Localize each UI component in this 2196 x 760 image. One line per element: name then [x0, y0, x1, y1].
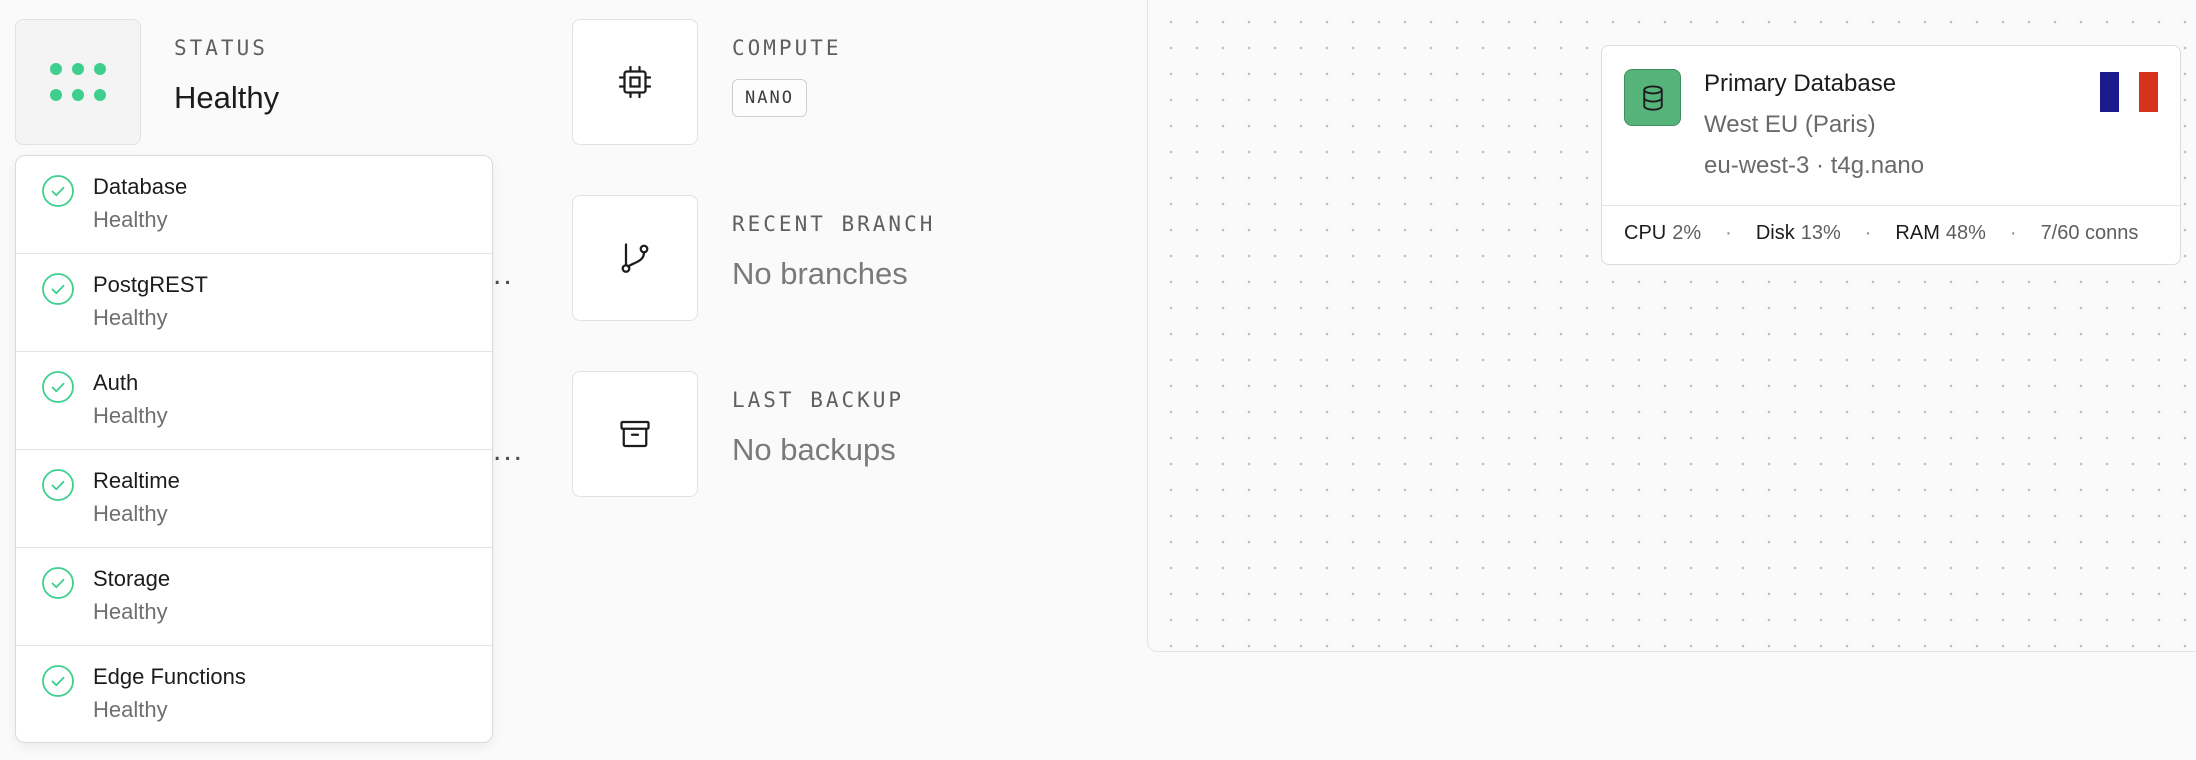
service-row-database[interactable]: Database Healthy: [16, 156, 492, 254]
service-row-auth[interactable]: Auth Healthy: [16, 352, 492, 450]
disk-stat-value: 13%: [1800, 222, 1841, 244]
check-circle-icon: [42, 469, 74, 501]
disk-stat-label: Disk: [1755, 222, 1795, 244]
stat-separator: ·: [1725, 222, 1732, 244]
recent-branch-label: RECENT BRANCH: [732, 212, 936, 236]
flag-stripe-red: [2138, 72, 2158, 112]
service-status: Healthy: [93, 207, 168, 232]
service-status: Healthy: [93, 305, 168, 330]
database-zone-instance: eu-west-3 · t4g.nano: [1704, 152, 1925, 179]
truncated-text-row2: ..: [493, 258, 514, 291]
ram-stat-label: RAM: [1895, 222, 1940, 244]
last-backup-tile[interactable]: [572, 371, 698, 497]
flag-stripe-blue: [2100, 72, 2120, 112]
stat-separator: ·: [1864, 222, 1872, 244]
service-name: Storage: [93, 566, 171, 591]
cpu-stat-label: CPU: [1624, 222, 1667, 244]
compute-size-badge: NANO: [732, 79, 807, 117]
status-value: Healthy: [174, 80, 280, 115]
compute-tile[interactable]: [572, 19, 698, 145]
connections-stat: 7/60 conns: [2040, 222, 2139, 244]
recent-branch-tile[interactable]: [572, 195, 698, 321]
status-tile[interactable]: [15, 19, 141, 145]
check-circle-icon: [42, 175, 74, 207]
service-status: Healthy: [93, 697, 168, 722]
service-status: Healthy: [93, 501, 168, 526]
service-row-storage[interactable]: Storage Healthy: [16, 548, 492, 646]
database-title: Primary Database: [1704, 70, 1897, 97]
archive-box-icon: [620, 420, 650, 448]
compute-label: COMPUTE: [732, 36, 842, 60]
service-status: Healthy: [93, 403, 168, 428]
check-circle-icon: [42, 371, 74, 403]
database-icon: [1624, 69, 1681, 126]
ram-stat-value: 48%: [1945, 222, 1986, 244]
check-circle-icon: [42, 665, 74, 697]
service-name: Realtime: [93, 468, 180, 493]
last-backup-label: LAST BACKUP: [732, 388, 905, 412]
cpu-chip-icon: [618, 65, 652, 99]
database-stats: CPU 2% · Disk 13% · RAM 48% · 7/60 conns: [1624, 222, 2138, 245]
recent-branch-value: No branches: [732, 256, 908, 291]
check-circle-icon: [42, 567, 74, 599]
service-row-postgrest[interactable]: PostgREST Healthy: [16, 254, 492, 352]
last-backup-value: No backups: [732, 432, 896, 467]
service-status-dropdown: Database Healthy PostgREST Healthy Auth …: [15, 155, 493, 743]
service-name: Edge Functions: [93, 664, 246, 689]
cpu-stat-value: 2%: [1672, 222, 1702, 244]
service-name: Auth: [93, 370, 139, 395]
service-row-realtime[interactable]: Realtime Healthy: [16, 450, 492, 548]
check-circle-icon: [42, 273, 74, 305]
database-region: West EU (Paris): [1704, 111, 1876, 138]
primary-database-card[interactable]: Primary Database West EU (Paris) eu-west…: [1601, 45, 2181, 265]
france-flag-icon: [2100, 72, 2158, 112]
service-row-edge-functions[interactable]: Edge Functions Healthy: [16, 646, 492, 742]
status-label: STATUS: [174, 36, 268, 60]
stat-separator: ·: [2009, 222, 2017, 244]
card-divider: [1602, 205, 2180, 206]
service-name: Database: [93, 174, 188, 199]
flag-stripe-white: [2119, 72, 2139, 112]
service-status: Healthy: [93, 599, 168, 624]
truncated-text-row3: ...: [493, 434, 525, 467]
git-branch-icon: [621, 243, 649, 273]
status-dots-icon: [50, 63, 106, 101]
service-name: PostgREST: [93, 272, 208, 297]
